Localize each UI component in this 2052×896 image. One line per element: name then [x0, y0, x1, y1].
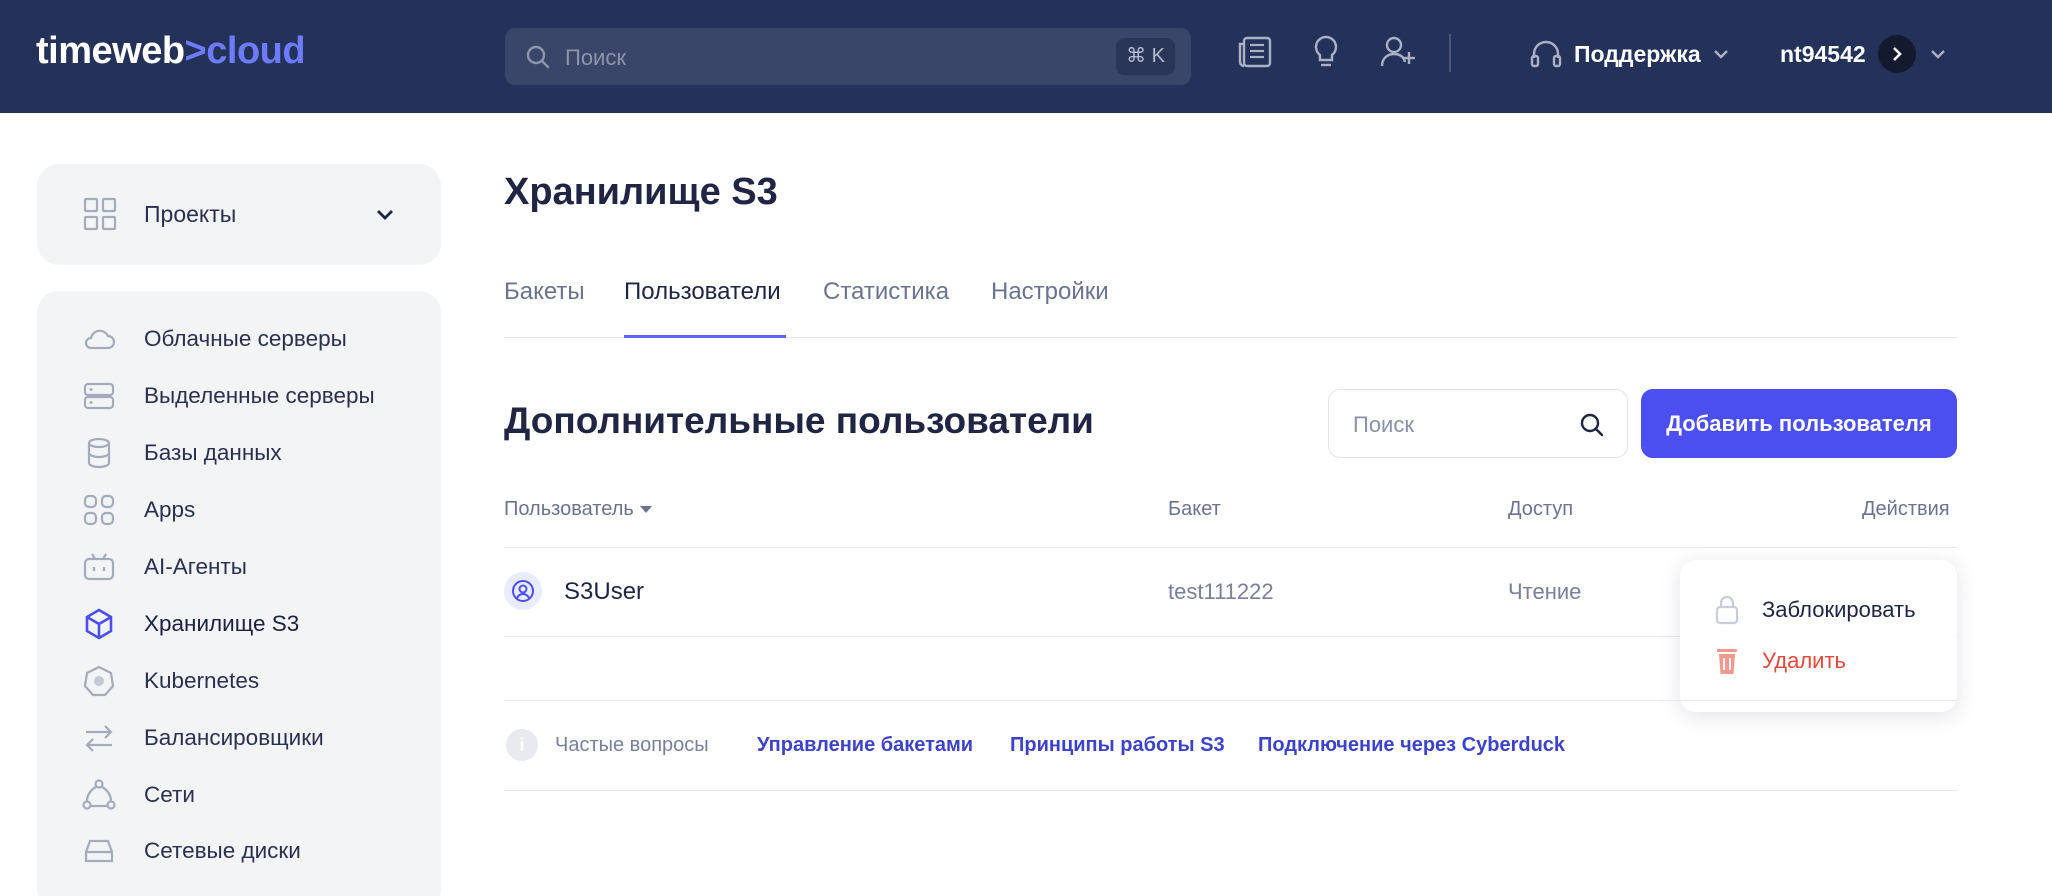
sort-caret-icon	[639, 506, 652, 514]
delete-user-menu-item[interactable]: Удалить	[1714, 644, 1846, 678]
sidebar-item-label: Kubernetes	[144, 668, 260, 693]
faq-divider	[504, 700, 1958, 701]
cube-icon	[85, 608, 113, 640]
kubernetes-icon	[83, 665, 115, 697]
global-search[interactable]: Поиск ⌘ K	[505, 28, 1191, 85]
table-cell-user[interactable]: S3User	[564, 578, 644, 606]
account-name: nt94542	[1780, 40, 1866, 67]
tab-users[interactable]: Пользователи	[624, 278, 781, 306]
sidebar-item-label: AI-Агенты	[144, 554, 247, 579]
table-cell-access: Чтение	[1508, 579, 1582, 604]
sidebar-item-ai-agents[interactable]: AI-Агенты	[37, 541, 441, 591]
headset-icon	[1530, 40, 1562, 68]
column-header-bucket: Бакет	[1168, 498, 1221, 520]
support-label: Поддержка	[1574, 40, 1701, 67]
server-icon	[83, 382, 115, 410]
lock-icon	[1715, 595, 1739, 625]
faq-link-cyberduck[interactable]: Подключение через Cyberduck	[1258, 734, 1565, 757]
logo-text-cloud: cloud	[206, 30, 306, 72]
sidebar-item-label: Базы данных	[144, 440, 282, 465]
sidebar-item-dedicated-servers[interactable]: Выделенные серверы	[37, 370, 441, 420]
table-cell-bucket: test111222	[1168, 579, 1274, 604]
disk-icon	[84, 839, 114, 863]
arrows-icon	[85, 725, 113, 752]
add-user-icon[interactable]	[1378, 32, 1418, 72]
sidebar-item-balancers[interactable]: Балансировщики	[37, 712, 441, 762]
block-user-label: Заблокировать	[1762, 597, 1916, 622]
user-circle-icon	[512, 580, 534, 602]
search-placeholder: Поиск	[565, 45, 626, 70]
projects-label: Проекты	[144, 201, 237, 227]
section-title: Дополнительные пользователи	[504, 400, 1094, 441]
sidebar-item-label: Хранилище S3	[144, 611, 300, 636]
robot-icon	[83, 553, 115, 581]
chevron-down-icon	[1713, 50, 1728, 59]
projects-grid-icon	[83, 197, 117, 231]
lightbulb-icon[interactable]	[1306, 32, 1346, 72]
logo-text: timeweb	[36, 30, 185, 72]
faq-link-s3-principles[interactable]: Принципы работы S3	[1010, 734, 1225, 757]
sidebar-item-databases[interactable]: Базы данных	[37, 427, 441, 477]
sidebar-item-label: Выделенные серверы	[144, 383, 375, 408]
sidebar-item-label: Облачные серверы	[144, 326, 347, 351]
users-search-input[interactable]: Поиск	[1328, 389, 1628, 458]
logo[interactable]: timeweb>cloud	[36, 30, 306, 73]
sidebar-item-kubernetes[interactable]: Kubernetes	[37, 655, 441, 705]
sidebar-item-label: Балансировщики	[144, 725, 324, 750]
sidebar-item-network-disks[interactable]: Сетевые диски	[37, 825, 441, 875]
tab-buckets[interactable]: Бакеты	[504, 278, 585, 306]
sidebar-item-label: Сетевые диски	[144, 838, 301, 863]
top-header: timeweb>cloud Поиск ⌘ K Поддержка nt9454…	[0, 0, 2052, 113]
logo-separator: >	[184, 30, 207, 72]
table-divider	[504, 547, 1958, 548]
news-icon[interactable]	[1236, 32, 1276, 72]
user-avatar	[504, 572, 542, 610]
active-tab-indicator	[624, 335, 786, 338]
support-menu[interactable]: Поддержка	[1528, 32, 1731, 76]
page-title: Хранилище S3	[504, 171, 778, 213]
sidebar-item-apps[interactable]: Apps	[37, 484, 441, 534]
faq-divider	[504, 790, 1958, 791]
info-icon: i	[506, 729, 538, 761]
projects-selector[interactable]: Проекты	[37, 164, 441, 265]
chevron-right-icon	[1892, 47, 1902, 61]
database-icon	[87, 437, 111, 469]
column-header-actions: Действия	[1862, 498, 1950, 520]
column-header-access: Доступ	[1508, 498, 1574, 520]
actions-dropdown-menu: Заблокировать Удалить	[1680, 560, 1957, 712]
add-user-button[interactable]: Добавить пользователя	[1641, 389, 1957, 458]
chevron-down-icon	[377, 210, 393, 220]
apps-grid-icon	[83, 494, 115, 526]
trash-icon	[1717, 649, 1737, 674]
sidebar-nav: Облачные серверы Выделенные серверы Базы…	[37, 291, 441, 896]
search-shortcut-badge: ⌘ K	[1116, 38, 1175, 75]
column-header-user[interactable]: Пользователь	[504, 498, 652, 521]
cloud-icon	[84, 329, 116, 350]
account-arrow-button[interactable]	[1877, 35, 1916, 73]
faq-label: Частые вопросы	[555, 734, 709, 756]
chevron-down-icon	[1930, 50, 1945, 59]
account-menu[interactable]: nt94542	[1780, 32, 1948, 76]
sidebar-item-cloud-servers[interactable]: Облачные серверы	[37, 313, 441, 363]
search-placeholder: Поиск	[1353, 412, 1414, 437]
tab-statistics[interactable]: Статистика	[823, 278, 949, 306]
header-divider	[1449, 34, 1451, 72]
block-user-menu-item[interactable]: Заблокировать	[1714, 593, 1916, 627]
column-header-label: Пользователь	[504, 498, 634, 520]
faq-link-bucket-management[interactable]: Управление бакетами	[757, 734, 973, 757]
sidebar-item-label: Сети	[144, 782, 195, 807]
sidebar-item-label: Apps	[144, 497, 196, 522]
sidebar-item-s3-storage[interactable]: Хранилище S3	[37, 598, 441, 648]
search-icon	[526, 45, 550, 69]
network-icon	[82, 779, 116, 810]
sidebar-item-networks[interactable]: Сети	[37, 769, 441, 819]
tab-settings[interactable]: Настройки	[991, 278, 1109, 306]
search-icon	[1580, 413, 1604, 437]
tab-bar: Бакеты Пользователи Статистика Настройки	[504, 278, 1958, 338]
delete-user-label: Удалить	[1762, 648, 1846, 673]
